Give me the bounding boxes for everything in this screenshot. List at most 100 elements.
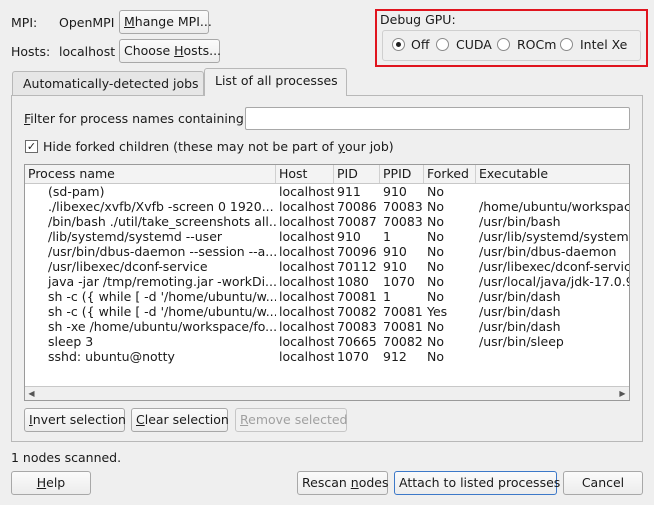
cancel-button[interactable]: Cancel [563, 471, 643, 495]
column-process-name[interactable]: Process name [25, 165, 276, 183]
rescan-nodes-button[interactable]: Rescan nodes [297, 471, 389, 495]
cell-forked: No [427, 244, 444, 259]
cell-executable: /usr/bin/dash [479, 319, 561, 334]
cell-process-name: java -jar /tmp/remoting.jar -workDi... [48, 274, 276, 289]
column-host[interactable]: Host [276, 165, 334, 183]
cell-host: localhost [279, 199, 334, 214]
table-row[interactable]: sh -c ({ while [ -d '/home/ubuntu/w... lo… [25, 304, 629, 319]
cell-host: localhost [279, 214, 334, 229]
cell-executable: /usr/bin/dash [479, 289, 561, 304]
filter-label: Filter for process names containing: [24, 111, 248, 126]
cell-process-name: sh -xe /home/ubuntu/workspace/fo... [48, 319, 276, 334]
cell-executable [476, 349, 629, 364]
radio-off-label: Off [411, 37, 430, 52]
cell-ppid: 910 [383, 259, 407, 274]
table-row[interactable]: /usr/bin/dbus-daemon --session --a... loc… [25, 244, 629, 259]
remove-selected-button[interactable]: Remove selected [235, 408, 347, 432]
table-row[interactable]: /lib/systemd/systemd --user localhost 910 1… [25, 229, 629, 244]
column-executable[interactable]: Executable [476, 165, 629, 183]
cell-host: localhost [279, 244, 334, 259]
table-row[interactable]: sh -c ({ while [ -d '/home/ubuntu/w... lo… [25, 289, 629, 304]
filter-input[interactable] [245, 107, 630, 130]
cell-pid: 70083 [337, 319, 377, 334]
cell-ppid: 70081 [383, 304, 423, 319]
cell-pid: 1080 [337, 274, 369, 289]
choose-hosts-label-a: Choose [124, 43, 175, 58]
cell-process-name: /usr/libexec/dconf-service [48, 259, 208, 274]
horizontal-scrollbar[interactable]: ◀ ▶ [25, 386, 629, 400]
cell-ppid: 912 [383, 349, 407, 364]
cell-executable: /usr/bin/dbus-daemon [479, 244, 617, 259]
table-row[interactable]: sleep 3 localhost 70665 70082 No/usr/bin/sle… [25, 334, 629, 349]
cell-pid: 1070 [337, 349, 369, 364]
cell-forked: No [427, 229, 444, 244]
radio-off-indicator [392, 38, 405, 51]
cell-forked: No [427, 334, 444, 349]
cell-forked: No [427, 184, 444, 199]
cell-executable: /usr/bin/dash [479, 304, 561, 319]
scroll-left-icon[interactable]: ◀ [26, 388, 37, 400]
hosts-label: Hosts: [11, 44, 51, 59]
tab-list-label: List of all processes [215, 73, 338, 88]
scroll-right-icon[interactable]: ▶ [617, 388, 628, 400]
cell-forked: No [427, 214, 444, 229]
tab-auto-label: Automatically-detected jobs [23, 76, 199, 91]
hide-forked-checkbox[interactable]: ✓ [25, 140, 38, 153]
cell-process-name: sh -c ({ while [ -d '/home/ubuntu/w... [48, 289, 276, 304]
cell-executable: /usr/local/java/jdk-17.0.9/ [479, 274, 629, 289]
tab-list-of-all-processes[interactable]: List of all processes [204, 68, 347, 96]
column-pid[interactable]: PID [334, 165, 380, 183]
table-row[interactable]: java -jar /tmp/remoting.jar -workDi... lo… [25, 274, 629, 289]
cell-forked: No [427, 349, 444, 364]
table-row[interactable]: sshd: ubuntu@notty localhost 1070 912 No [25, 349, 629, 364]
column-forked[interactable]: Forked [424, 165, 476, 183]
debug-gpu-title: Debug GPU: [380, 12, 456, 27]
choose-hosts-button[interactable]: Choose Hosts... [119, 39, 222, 63]
radio-intelxe-indicator [560, 38, 573, 51]
cell-host: localhost [279, 259, 334, 274]
cell-ppid: 70083 [383, 199, 423, 214]
invert-selection-button[interactable]: Invert selection [24, 408, 126, 432]
tab-automatically-detected-jobs[interactable]: Automatically-detected jobs [12, 71, 204, 97]
cell-executable [476, 184, 629, 199]
cell-host: localhost [279, 334, 334, 349]
cell-process-name: sshd: ubuntu@notty [48, 349, 175, 364]
radio-rocm-indicator [497, 38, 510, 51]
table-row[interactable]: /usr/libexec/dconf-service localhost 70112… [25, 259, 629, 274]
cell-process-name: ./libexec/xvfb/Xvfb -screen 0 1920... [48, 199, 274, 214]
mpi-label: MPI: [11, 15, 38, 30]
change-mpi-button[interactable]: Mhange MPI... [119, 10, 212, 34]
cell-forked: No [427, 259, 444, 274]
cell-host: localhost [279, 349, 334, 364]
cell-forked: No [427, 274, 444, 289]
choose-hosts-label-b: osts... [183, 43, 222, 58]
cell-pid: 70096 [337, 244, 377, 259]
process-table[interactable]: Process name Host PID PPID Forked Execut… [24, 164, 630, 401]
cell-ppid: 70082 [383, 334, 423, 349]
cell-executable: /usr/bin/sleep [479, 334, 564, 349]
cell-forked: No [427, 319, 444, 334]
cell-process-name: /lib/systemd/systemd --user [48, 229, 223, 244]
column-ppid[interactable]: PPID [380, 165, 424, 183]
cell-executable: /home/ubuntu/workspace [479, 199, 629, 214]
cell-host: localhost [279, 319, 334, 334]
cell-pid: 70082 [337, 304, 377, 319]
cell-pid: 70086 [337, 199, 377, 214]
attach-to-listed-processes-button[interactable]: Attach to listed processes [394, 471, 560, 495]
table-row[interactable]: (sd-pam) localhost 911 910 No [25, 184, 629, 199]
table-row[interactable]: /bin/bash ./util/take_screenshots all...… [25, 214, 629, 229]
clear-selection-button[interactable]: Clear selection [131, 408, 229, 432]
cell-pid: 70112 [337, 259, 377, 274]
cell-host: localhost [279, 184, 334, 199]
change-mpi-label: hange MPI... [134, 14, 212, 29]
cell-executable: /usr/bin/bash [479, 214, 561, 229]
cell-executable: /usr/lib/systemd/systemd [479, 229, 629, 244]
help-button[interactable]: Help [11, 471, 91, 495]
hide-forked-label: Hide forked children (these may not be p… [43, 139, 394, 154]
table-row[interactable]: ./libexec/xvfb/Xvfb -screen 0 1920... loc… [25, 199, 629, 214]
table-row[interactable]: sh -xe /home/ubuntu/workspace/fo... local… [25, 319, 629, 334]
cell-pid: 911 [337, 184, 361, 199]
cell-process-name: (sd-pam) [48, 184, 105, 199]
cell-forked: No [427, 289, 444, 304]
status-text: 1 nodes scanned. [11, 450, 122, 465]
